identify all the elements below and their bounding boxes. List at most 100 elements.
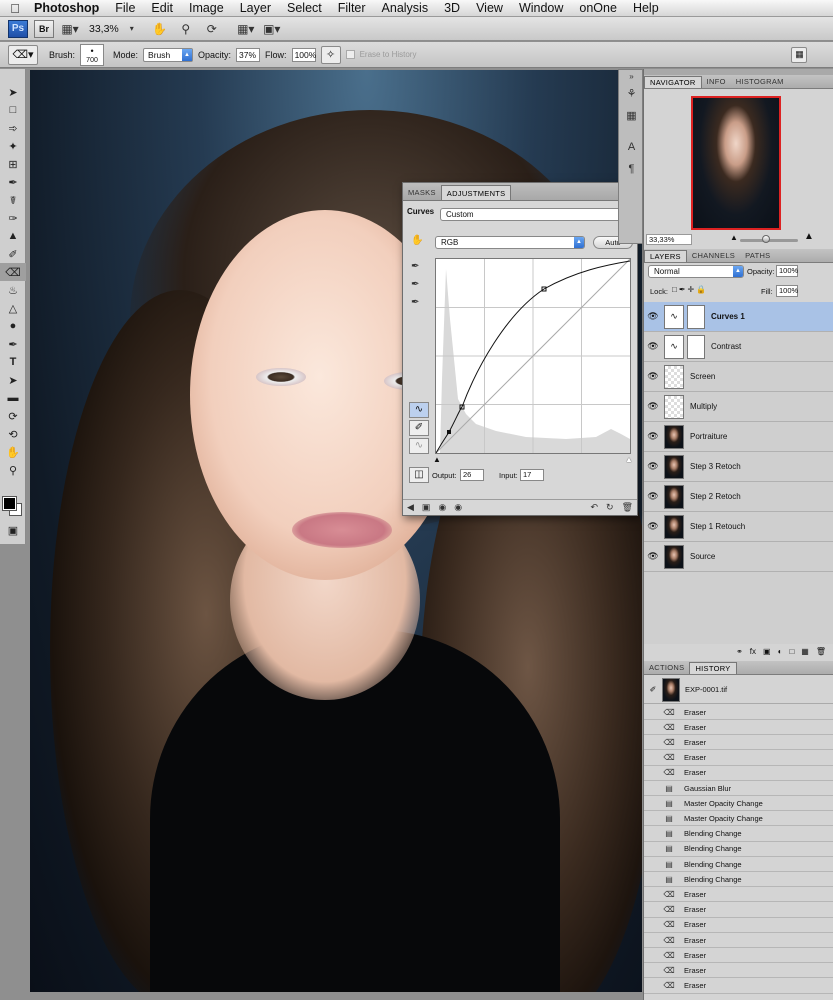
new-adjustment-layer-icon[interactable]: ◐ <box>778 647 783 656</box>
layer-opacity-field[interactable]: 100% <box>776 265 798 277</box>
curve-point[interactable] <box>447 430 451 434</box>
menu-photoshop[interactable]: Photoshop <box>30 0 107 17</box>
history-item[interactable]: ⌫ Eraser <box>644 918 833 933</box>
menu-filter[interactable]: Filter <box>330 0 374 17</box>
delete-layer-icon[interactable]: 🗑 <box>816 647 826 656</box>
history-item[interactable]: ⌫ Eraser <box>644 933 833 948</box>
tool-preset-picker[interactable]: ⌫▾ <box>8 44 38 65</box>
zoom-level-select[interactable]: 33,3% <box>86 23 122 35</box>
history-item[interactable]: ▤ Blending Change <box>644 827 833 842</box>
menu-help[interactable]: Help <box>625 0 667 17</box>
paint-bucket-tool-icon[interactable]: ♨ <box>0 281 26 299</box>
menu-layer[interactable]: Layer <box>232 0 279 17</box>
healing-brush-tool-icon[interactable]: ☤ <box>0 191 26 209</box>
navigator-zoom-field[interactable]: 33,33% <box>646 234 692 245</box>
layer-row[interactable]: 👁 Multiply <box>644 392 833 422</box>
clone-source-icon[interactable]: ⚘ <box>619 82 644 104</box>
tab-channels[interactable]: CHANNELS <box>687 250 740 262</box>
visibility-eye-icon[interactable]: 👁 <box>644 431 662 442</box>
white-point-slider[interactable]: ▲ <box>625 455 633 464</box>
add-mask-icon[interactable]: ▣ <box>763 647 771 656</box>
character-panel-icon[interactable]: A <box>619 136 644 158</box>
photoshop-badge-icon[interactable]: Ps <box>8 19 28 38</box>
visibility-eye-icon[interactable]: 👁 <box>644 401 662 412</box>
panel-toggle-icon[interactable]: ▦ <box>791 46 808 63</box>
menu-onone[interactable]: onOne <box>571 0 625 17</box>
foreground-color-swatch[interactable] <box>2 496 17 511</box>
layer-row[interactable]: 👁 Step 3 Retoch <box>644 452 833 482</box>
launch-bridge-button[interactable]: Br <box>34 19 54 38</box>
menu-edit[interactable]: Edit <box>143 0 181 17</box>
tab-histogram[interactable]: HISTOGRAM <box>731 76 789 88</box>
clip-to-layer-icon[interactable]: ◉ <box>438 502 446 513</box>
blend-mode-select[interactable]: Normal ▲ <box>648 265 744 278</box>
layer-row[interactable]: 👁 ∿ Contrast <box>644 332 833 362</box>
curve-graph[interactable] <box>435 258 631 454</box>
paragraph-panel-icon[interactable]: ¶ <box>619 158 644 180</box>
rectangle-tool-icon[interactable]: ▬ <box>0 389 26 407</box>
quick-mask-icon[interactable]: ▣ <box>0 521 26 539</box>
black-point-slider[interactable]: ▲ <box>433 455 441 464</box>
black-point-eyedropper-icon[interactable]: ✒ <box>411 261 425 275</box>
history-item[interactable]: ▤ Master Opacity Change <box>644 796 833 812</box>
new-group-icon[interactable]: □ <box>789 647 794 656</box>
mode-select[interactable]: Brush ▲ <box>143 47 194 62</box>
smooth-curve-icon[interactable]: ∿ <box>409 438 429 454</box>
dodge-tool-icon[interactable]: ● <box>0 317 26 335</box>
layer-row[interactable]: 👁 Source <box>644 542 833 572</box>
tab-navigator[interactable]: NAVIGATOR <box>644 76 702 88</box>
brush-tool-icon[interactable]: ✑ <box>0 209 26 227</box>
pen-tool-icon[interactable]: ✒ <box>0 335 26 353</box>
clone-stamp-tool-icon[interactable]: ▲ <box>0 227 26 245</box>
layer-row[interactable]: 👁 Screen <box>644 362 833 392</box>
menu-file[interactable]: File <box>107 0 143 17</box>
history-item[interactable]: ▤ Gaussian Blur <box>644 781 833 796</box>
view-extras-button[interactable]: ▦▾ <box>60 20 80 38</box>
white-point-eyedropper-icon[interactable]: ✒ <box>411 297 425 311</box>
navigator-thumbnail[interactable] <box>691 96 781 230</box>
tab-layers[interactable]: LAYERS <box>644 250 687 262</box>
zoom-tool-icon[interactable]: ⚲ <box>176 20 196 38</box>
history-item[interactable]: ⌫ Eraser <box>644 751 833 766</box>
path-selection-tool-icon[interactable]: ➤ <box>0 371 26 389</box>
layer-row[interactable]: 👁 Portraiture <box>644 422 833 452</box>
history-item[interactable]: ⌫ Eraser <box>644 705 833 720</box>
menu-image[interactable]: Image <box>181 0 232 17</box>
gray-point-eyedropper-icon[interactable]: ✒ <box>411 279 425 293</box>
magic-wand-tool-icon[interactable]: ✦ <box>0 137 26 155</box>
history-item[interactable]: ⌫ Eraser <box>644 720 833 736</box>
history-item[interactable]: ⌫ Eraser <box>644 903 833 918</box>
marquee-tool-icon[interactable]: □ <box>0 101 26 119</box>
eraser-tool-icon[interactable]: ⌫ <box>0 263 26 281</box>
draw-curve-pencil-icon[interactable]: ✐ <box>409 420 429 436</box>
input-field[interactable]: 17 <box>520 469 544 481</box>
tab-masks[interactable]: MASKS <box>403 185 441 200</box>
visibility-eye-icon[interactable]: 👁 <box>644 491 662 502</box>
reset-icon[interactable]: ↻ <box>606 502 614 513</box>
screen-mode-button[interactable]: ▣▾ <box>262 20 282 38</box>
history-brush-tool-icon[interactable]: ✐ <box>0 245 26 263</box>
zoom-dropdown-icon[interactable]: ▾ <box>128 20 136 38</box>
visibility-eye-icon[interactable]: 👁 <box>644 341 662 352</box>
brush-preset-picker[interactable]: • 700 <box>80 43 105 66</box>
visibility-eye-icon[interactable]: 👁 <box>644 521 662 532</box>
menu-view[interactable]: View <box>468 0 511 17</box>
tool-presets-icon[interactable]: ▦ <box>619 104 644 126</box>
history-item[interactable]: ▤ Blending Change <box>644 842 833 857</box>
view-previous-state-icon[interactable]: ↶ <box>590 502 598 513</box>
history-item[interactable]: ⌫ Eraser <box>644 735 833 751</box>
arrange-documents-button[interactable]: ▦▾ <box>236 20 256 38</box>
3d-orbit-tool-icon[interactable]: ⟲ <box>0 425 26 443</box>
link-layers-icon[interactable]: ⚭ <box>736 647 743 656</box>
visibility-eye-icon[interactable]: 👁 <box>644 371 662 382</box>
on-image-adjust-icon[interactable]: ✋ <box>411 235 425 249</box>
visibility-eye-icon[interactable]: 👁 <box>644 311 662 322</box>
fill-field[interactable]: 100% <box>776 285 798 297</box>
expanded-view-icon[interactable]: ▣ <box>422 502 431 513</box>
history-item[interactable]: ▤ Blending Change <box>644 872 833 888</box>
flow-field[interactable]: 100% <box>291 47 316 62</box>
lasso-tool-icon[interactable]: ➾ <box>0 119 26 137</box>
channel-select[interactable]: RGB ▲ <box>435 236 585 249</box>
3d-rotate-tool-icon[interactable]: ⟳ <box>0 407 26 425</box>
show-clipping-icon[interactable]: ◫ <box>409 467 429 483</box>
